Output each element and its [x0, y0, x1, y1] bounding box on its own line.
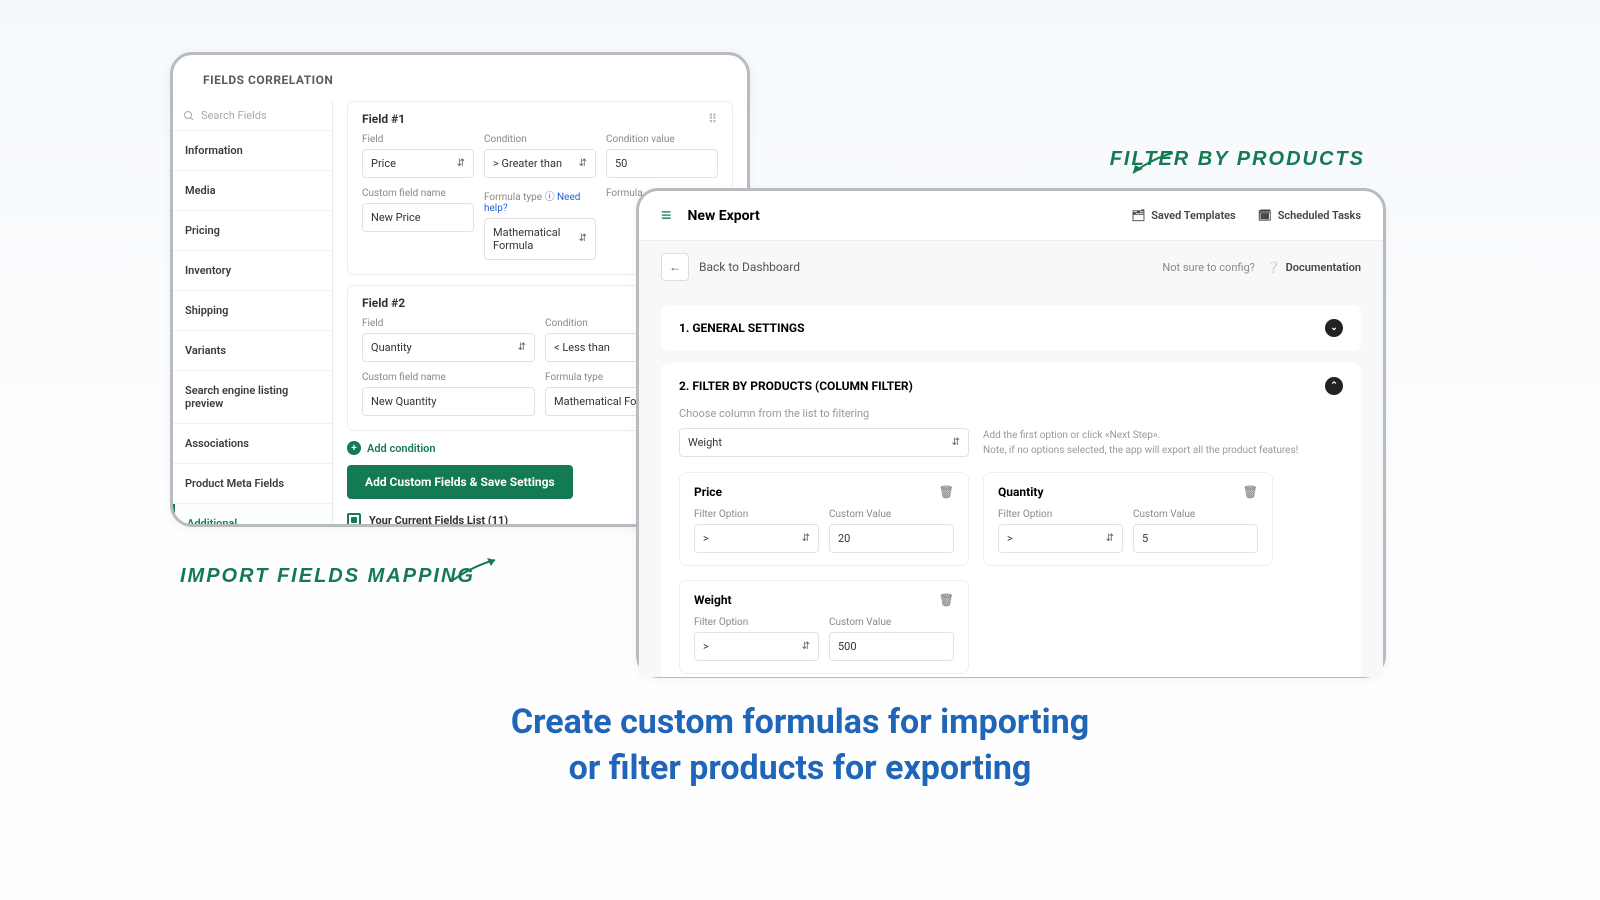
- field1-custom-input[interactable]: New Price: [362, 203, 474, 232]
- page-title: New Export: [688, 208, 760, 224]
- schedule-icon: 🗓: [1258, 209, 1272, 222]
- callout-import: IMPORT FIELDS MAPPING: [180, 565, 475, 588]
- panel-title: FIELDS CORRELATION: [173, 55, 747, 101]
- trash-icon[interactable]: 🗑: [939, 593, 954, 607]
- field1-ftype-select[interactable]: Mathematical Formula⇵: [484, 218, 596, 260]
- filter-val-input[interactable]: 20: [829, 524, 954, 553]
- sidebar-item-pricing[interactable]: Pricing: [173, 211, 332, 251]
- field1-heading: Field #1: [362, 112, 405, 126]
- filter-card: Weight🗑 Filter Option>⇵ Custom Value500: [679, 580, 969, 674]
- field1-condval-input[interactable]: 50: [606, 149, 718, 178]
- plus-icon: +: [347, 441, 361, 455]
- filter-op-select[interactable]: >⇵: [694, 632, 819, 661]
- section-filter: 2. FILTER BY PRODUCTS (COLUMN FILTER) ⌃ …: [661, 363, 1361, 677]
- sidebar-item-associations[interactable]: Associations: [173, 424, 332, 464]
- field1-cond-select[interactable]: > Greater than⇵: [484, 149, 596, 178]
- filter-val-input[interactable]: 500: [829, 632, 954, 661]
- chevron-up-icon[interactable]: ⌃: [1325, 377, 1343, 395]
- template-icon: 🗂: [1131, 209, 1145, 222]
- trash-icon[interactable]: 🗑: [939, 485, 954, 499]
- sidebar-item-shipping[interactable]: Shipping: [173, 291, 332, 331]
- new-export-panel: ≡ New Export 🗂Saved Templates 🗓Scheduled…: [636, 188, 1386, 678]
- search-input[interactable]: Search Fields: [173, 101, 332, 131]
- saved-templates-link[interactable]: 🗂Saved Templates: [1131, 209, 1235, 222]
- chevron-down-icon[interactable]: ⌄: [1325, 319, 1343, 337]
- search-icon: [183, 110, 195, 122]
- sidebar-item-media[interactable]: Media: [173, 171, 332, 211]
- sidebar-item-inventory[interactable]: Inventory: [173, 251, 332, 291]
- sidebar-item-information[interactable]: Information: [173, 131, 332, 171]
- back-label[interactable]: Back to Dashboard: [699, 260, 800, 274]
- field2-custom-input[interactable]: New Quantity: [362, 387, 535, 416]
- filter-val-input[interactable]: 5: [1133, 524, 1258, 553]
- filter-card: Price🗑 Filter Option>⇵ Custom Value20: [679, 472, 969, 566]
- column-select[interactable]: Weight⇵: [679, 428, 969, 457]
- sidebar-item-meta[interactable]: Product Meta Fields: [173, 464, 332, 504]
- drag-icon[interactable]: ⠿: [708, 112, 718, 126]
- sidebar-item-additional[interactable]: Additional Settings ✦ Extra: [173, 504, 332, 527]
- filter-title: Weight: [694, 593, 732, 607]
- hamburger-icon[interactable]: ≡: [661, 205, 672, 226]
- fields-sidebar: Search Fields Information Media Pricing …: [173, 101, 333, 524]
- extra-badge: ✦ Extra: [280, 524, 320, 528]
- filter-card: Quantity🗑 Filter Option>⇵ Custom Value5: [983, 472, 1273, 566]
- filter-title: Price: [694, 485, 722, 499]
- field1-field-select[interactable]: Price⇵: [362, 149, 474, 178]
- field2-heading: Field #2: [362, 296, 405, 310]
- scheduled-tasks-link[interactable]: 🗓Scheduled Tasks: [1258, 209, 1361, 222]
- arrow-icon: [450, 555, 500, 585]
- filter-title: Quantity: [998, 485, 1043, 499]
- save-button[interactable]: Add Custom Fields & Save Settings: [347, 465, 573, 499]
- sidebar-item-seo[interactable]: Search engine listing preview: [173, 371, 332, 424]
- documentation-link[interactable]: ❔Documentation: [1267, 261, 1361, 274]
- filter-note: Add the first option or click «Next Step…: [983, 428, 1298, 458]
- filter-hint: Choose column from the list to filtering: [679, 407, 1343, 420]
- field2-field-select[interactable]: Quantity⇵: [362, 333, 535, 362]
- list-icon: [347, 513, 361, 527]
- filter-op-select[interactable]: >⇵: [998, 524, 1123, 553]
- arrow-icon: [1128, 148, 1178, 178]
- config-hint: Not sure to config?: [1162, 261, 1254, 274]
- arrow-left-icon: ←: [669, 260, 681, 274]
- sidebar-item-variants[interactable]: Variants: [173, 331, 332, 371]
- filter-op-select[interactable]: >⇵: [694, 524, 819, 553]
- trash-icon[interactable]: 🗑: [1243, 485, 1258, 499]
- back-button[interactable]: ←: [661, 253, 689, 281]
- help-icon: ❔: [1267, 261, 1281, 274]
- headline: Create custom formulas for importingor f…: [0, 700, 1600, 792]
- section-general[interactable]: 1. GENERAL SETTINGS ⌄: [661, 305, 1361, 351]
